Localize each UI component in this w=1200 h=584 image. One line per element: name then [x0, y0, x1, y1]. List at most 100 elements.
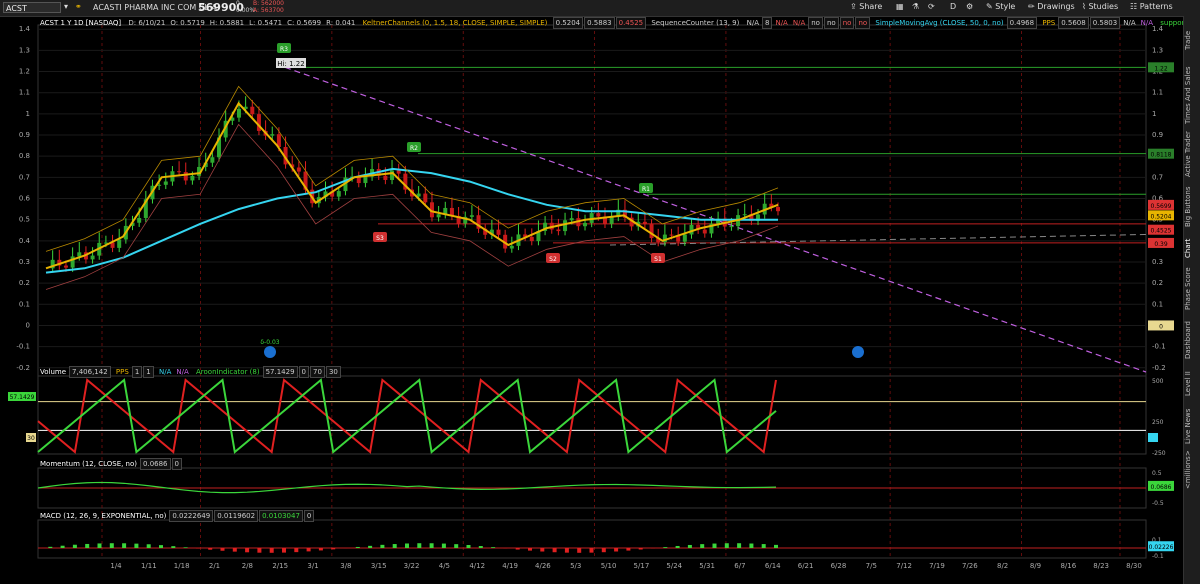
vol-tick: 500 [1152, 378, 1164, 385]
candle-body [177, 171, 182, 173]
candle-body [210, 157, 215, 163]
macd-histogram-bar [171, 546, 176, 548]
candle-body [183, 172, 188, 181]
x-tick-label: 2/15 [272, 562, 288, 570]
x-tick-label: 8/9 [1030, 562, 1041, 570]
candle-body [77, 252, 82, 257]
r3-badge-label: R3 [280, 46, 288, 53]
tab-trade[interactable]: Trade [1184, 20, 1200, 60]
candle-body [336, 191, 341, 197]
y-badge-label: 0.5204 [1151, 213, 1172, 220]
macd-histogram-bar [392, 544, 397, 548]
candle-body [496, 229, 501, 235]
y-tick-label-left: 0 [26, 321, 30, 329]
macd-histogram-bar [195, 548, 200, 549]
y-tick-label-left: 0.9 [19, 131, 30, 139]
price-chart[interactable]: 1/4 1/11 1/18 2/1 2/8 2/15 3/1 3/8 3/15 3/22 4/5 4/… [0, 0, 1183, 584]
macd-histogram-bar [208, 548, 213, 550]
tab-chart[interactable]: Chart [1184, 234, 1200, 262]
macd-histogram-bar [454, 544, 459, 548]
macd-histogram-bar [72, 544, 77, 548]
main-panel [37, 24, 1147, 377]
candle-body [702, 229, 707, 234]
candle-body [556, 229, 561, 232]
candle-body [742, 214, 747, 216]
x-tick-label: 5/24 [666, 562, 682, 570]
candle-body [117, 239, 122, 248]
y-tick-label-left: -0.1 [16, 343, 30, 351]
x-tick-label: 7/12 [896, 562, 912, 570]
candle-body [583, 222, 588, 227]
mom-tick: -0.5 [1152, 500, 1164, 507]
y-badge-label: 0 [1159, 323, 1163, 330]
x-tick-label: 7/5 [866, 562, 877, 570]
y-tick-label-left: -0.2 [16, 364, 30, 372]
macd-histogram-bar [540, 548, 545, 552]
s2-badge-label: S2 [549, 256, 557, 263]
y-badge-label: 0.39 [1154, 241, 1168, 248]
delta-label: δ-0.03 [260, 339, 279, 346]
candle-body [509, 245, 514, 249]
macd-histogram-bar [405, 543, 409, 548]
candle-body [137, 217, 142, 223]
y-tick-label-left: 1.4 [19, 25, 31, 33]
macd-histogram-bar [294, 548, 299, 553]
macd-histogram-bar [220, 548, 225, 551]
candle-body [296, 167, 301, 172]
candle-body [682, 234, 687, 242]
x-tick-label: 6/14 [765, 562, 781, 570]
y-badge-label: 0.4525 [1151, 228, 1172, 235]
tab-phase-score[interactable]: Phase Score [1184, 264, 1200, 314]
r1-badge-label: R1 [642, 186, 650, 193]
macd-histogram-bar [528, 548, 532, 551]
x-tick-label: 3/22 [404, 562, 420, 570]
question-icon [852, 346, 864, 358]
y-badge-label: 0.8118 [1151, 152, 1172, 159]
macd-histogram-bar [159, 545, 163, 548]
macd-histogram-bar [638, 548, 643, 550]
y-tick-label-right: 0.7 [1152, 173, 1163, 181]
y-tick-label-right: -0.1 [1152, 343, 1166, 351]
y-tick-label-right: 1 [1152, 110, 1156, 118]
x-tick-label: 5/31 [699, 562, 715, 570]
macd-histogram-bar [737, 543, 742, 548]
right-sidebar: Trade Times And Sales Active Trader Big … [1183, 16, 1200, 584]
candle-body [383, 175, 388, 180]
candle-body [563, 220, 568, 232]
macd-histogram-bar [614, 548, 619, 552]
aroon-left-label: 57.1429 [10, 394, 35, 401]
tab-dashboard[interactable]: Dashboard [1184, 316, 1200, 364]
x-tick-label: 1/11 [141, 562, 157, 570]
macd-histogram-bar [257, 548, 262, 553]
tab-level-ii[interactable]: Level II [1184, 366, 1200, 402]
y-tick-label-right: 1.3 [1152, 46, 1163, 54]
candle-body [390, 170, 395, 180]
macd-histogram-bar [245, 548, 250, 553]
tab-big-buttons[interactable]: Big Buttons [1184, 182, 1200, 232]
macd-histogram-bar [134, 543, 139, 548]
x-tick-label: 2/1 [209, 562, 220, 570]
x-tick-label: 3/15 [371, 562, 387, 570]
macd-histogram-bar [306, 548, 311, 552]
macd-histogram-bar [417, 543, 422, 548]
y-tick-label-right: 1.1 [1152, 89, 1163, 97]
candle-body [642, 221, 647, 225]
y-tick-label-left: 1.3 [19, 46, 30, 54]
tab-times-and-sales[interactable]: Times And Sales [1184, 64, 1200, 126]
x-tick-label: 8/16 [1060, 562, 1076, 570]
tab-live-news[interactable]: Live News [1184, 406, 1200, 446]
macd-histogram-bar [282, 548, 286, 553]
mom-tick: 0.5 [1152, 470, 1162, 477]
y-tick-label-left: 0.1 [19, 300, 30, 308]
candle-body [596, 213, 601, 217]
x-tick-label: 5/17 [634, 562, 650, 570]
x-tick-label: 8/2 [997, 562, 1008, 570]
candle-body [423, 193, 428, 203]
macd-histogram-bar [712, 543, 717, 548]
tab-active-trader[interactable]: Active Trader [1184, 128, 1200, 180]
macd-histogram-bar [368, 545, 373, 548]
macd-histogram-bar [60, 545, 65, 548]
candle-body [469, 215, 474, 217]
candle-body [363, 176, 368, 184]
macd-histogram-bar [589, 548, 594, 553]
